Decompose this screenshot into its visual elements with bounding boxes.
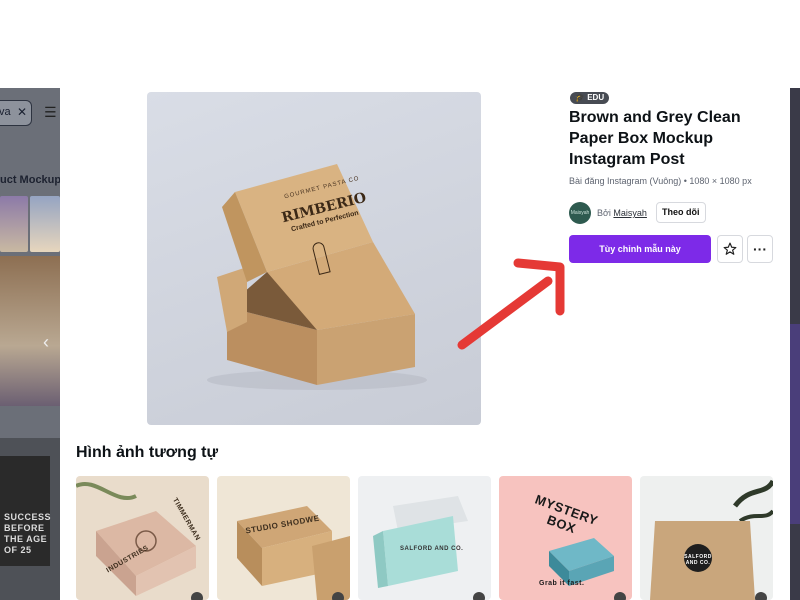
more-options-button[interactable]: ··· — [747, 235, 773, 263]
template-preview-modal: GOURMET PASTA CO RIMBERIO Crafted to Per… — [60, 88, 790, 600]
sliders-icon[interactable]: ☰ — [44, 104, 57, 121]
template-preview-image: GOURMET PASTA CO RIMBERIO Crafted to Per… — [147, 92, 481, 425]
author-avatar[interactable]: Maisyah — [569, 202, 591, 224]
customize-template-button[interactable]: Tùy chỉnh mẫu này — [569, 235, 711, 263]
similar-image-thumbnail — [217, 476, 350, 600]
edu-badge: 🎓 EDU — [570, 92, 610, 104]
card-badge — [191, 592, 203, 600]
favorite-button[interactable] — [717, 235, 743, 263]
graduation-cap-icon: 🎓 — [575, 93, 585, 102]
background-title-fragment: uct Mockups — [0, 174, 60, 186]
card-label: SALFORD AND CO. — [684, 554, 712, 566]
background-page-right — [790, 88, 800, 600]
star-icon — [723, 242, 737, 255]
annotation-arrow-icon — [457, 258, 565, 350]
background-thumbnail — [0, 196, 28, 252]
similar-image-thumbnail — [640, 476, 773, 600]
avatar-text: Maisyah — [570, 210, 590, 216]
card-label: SALFORD AND CO. — [400, 546, 464, 552]
similar-image-card[interactable]: SALFORD AND CO. — [640, 476, 773, 600]
similar-images-heading: Hình ảnh tương tự — [76, 444, 219, 461]
edu-badge-label: EDU — [587, 93, 605, 102]
follow-button[interactable]: Theo dõi — [656, 202, 706, 223]
close-icon[interactable]: ✕ — [17, 105, 27, 119]
background-dark-card: SUCCESS BEFORE THE AGE OF 25 — [0, 456, 51, 566]
similar-image-thumbnail — [76, 476, 209, 600]
template-title: Brown and Grey Clean Paper Box Mockup In… — [569, 109, 741, 168]
author-link[interactable]: Maisyah — [613, 208, 647, 218]
similar-image-card[interactable]: INDUSTRIES TIMMERMAN — [76, 476, 209, 600]
background-page-left: va ✕ ☰ uct Mockups ‹ SUCCESS BEFORE THE … — [0, 88, 60, 600]
similar-image-card[interactable]: STUDIO SHODWE — [217, 476, 350, 600]
filter-chip-text: va — [0, 106, 11, 118]
card-badge — [473, 592, 485, 600]
background-accent — [790, 324, 800, 524]
background-thumbnail — [30, 196, 60, 252]
author-prefix: Bởi — [597, 208, 611, 218]
ellipsis-icon: ··· — [753, 241, 767, 257]
similar-image-card[interactable]: SALFORD AND CO. — [358, 476, 491, 600]
background-thumbnail — [0, 256, 60, 406]
filter-chip[interactable]: va ✕ — [0, 100, 32, 126]
template-subtitle: Bài đăng Instagram (Vuông) • 1080 × 1080… — [569, 176, 752, 186]
similar-image-thumbnail — [358, 476, 491, 600]
author-line: Bởi Maisyah — [597, 208, 647, 218]
card-badge — [614, 592, 626, 600]
card-label: Grab it fast. — [539, 580, 585, 587]
card-badge — [755, 592, 767, 600]
similar-image-card[interactable]: MYSTERY BOX Grab it fast. — [499, 476, 632, 600]
chevron-left-icon[interactable]: ‹ — [36, 332, 56, 356]
card-badge — [332, 592, 344, 600]
